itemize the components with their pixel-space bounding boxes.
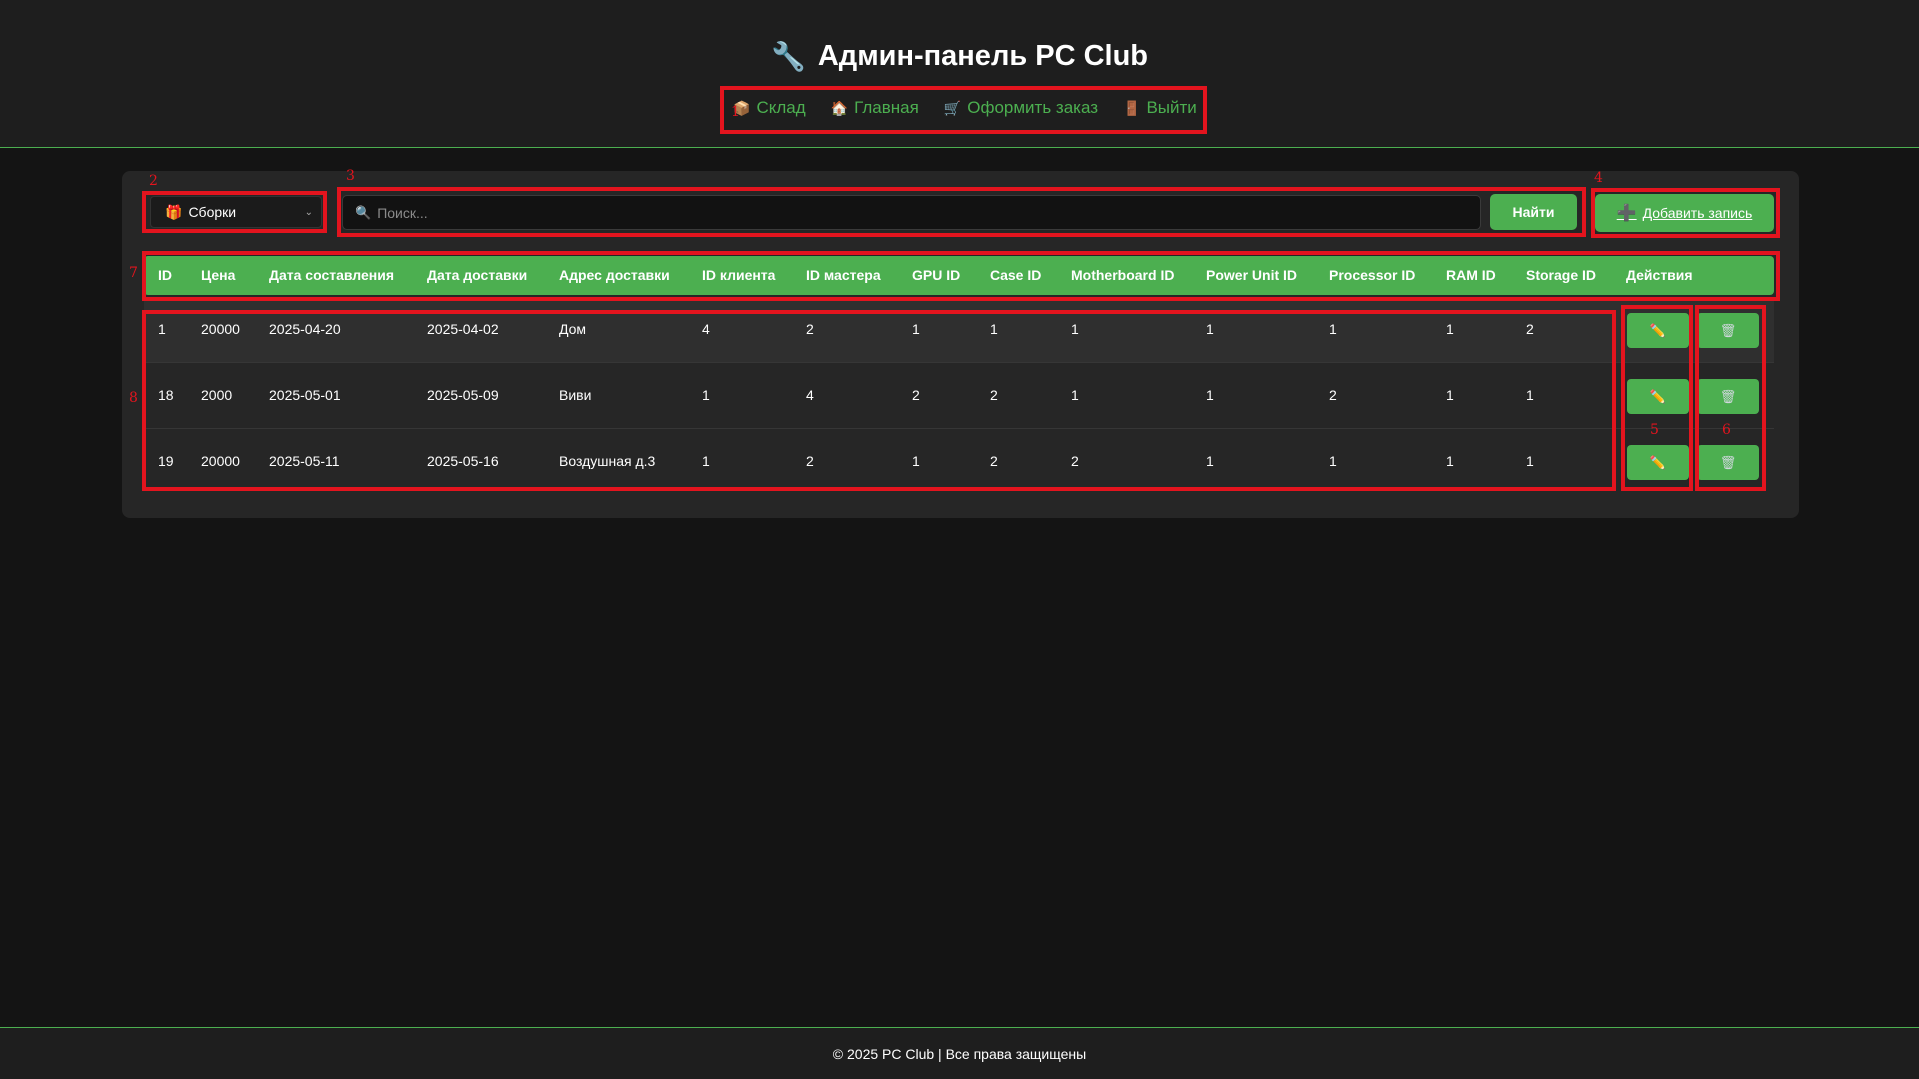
annotation-number: 3	[346, 168, 355, 184]
annotation-number: 4	[1594, 170, 1603, 186]
annotation-number: 6	[1722, 422, 1731, 438]
annotation-number: 8	[129, 390, 138, 406]
annotation-box	[1695, 305, 1766, 491]
annotation-number: 2	[149, 173, 158, 189]
annotation-box	[142, 310, 1616, 491]
annotation-box	[1621, 305, 1693, 491]
page-title-text: Админ-панель PC Club	[817, 40, 1149, 72]
annotation-number: 7	[129, 265, 138, 281]
footer: © 2025 PC Club | Все права защищены	[0, 1027, 1919, 1079]
annotation-number: 5	[1650, 422, 1659, 438]
page-title: 🔧 Админ-панель PC Club	[0, 40, 1919, 73]
annotation-box	[720, 86, 1207, 134]
annotation-box	[1591, 188, 1780, 238]
footer-text: © 2025 PC Club | Все права защищены	[832, 1045, 1087, 1062]
annotation-box	[142, 251, 1780, 301]
wrench-icon: 🔧	[770, 41, 806, 72]
annotation-box	[142, 191, 327, 233]
annotation-number: 1	[731, 104, 740, 120]
annotation-box	[337, 187, 1586, 237]
